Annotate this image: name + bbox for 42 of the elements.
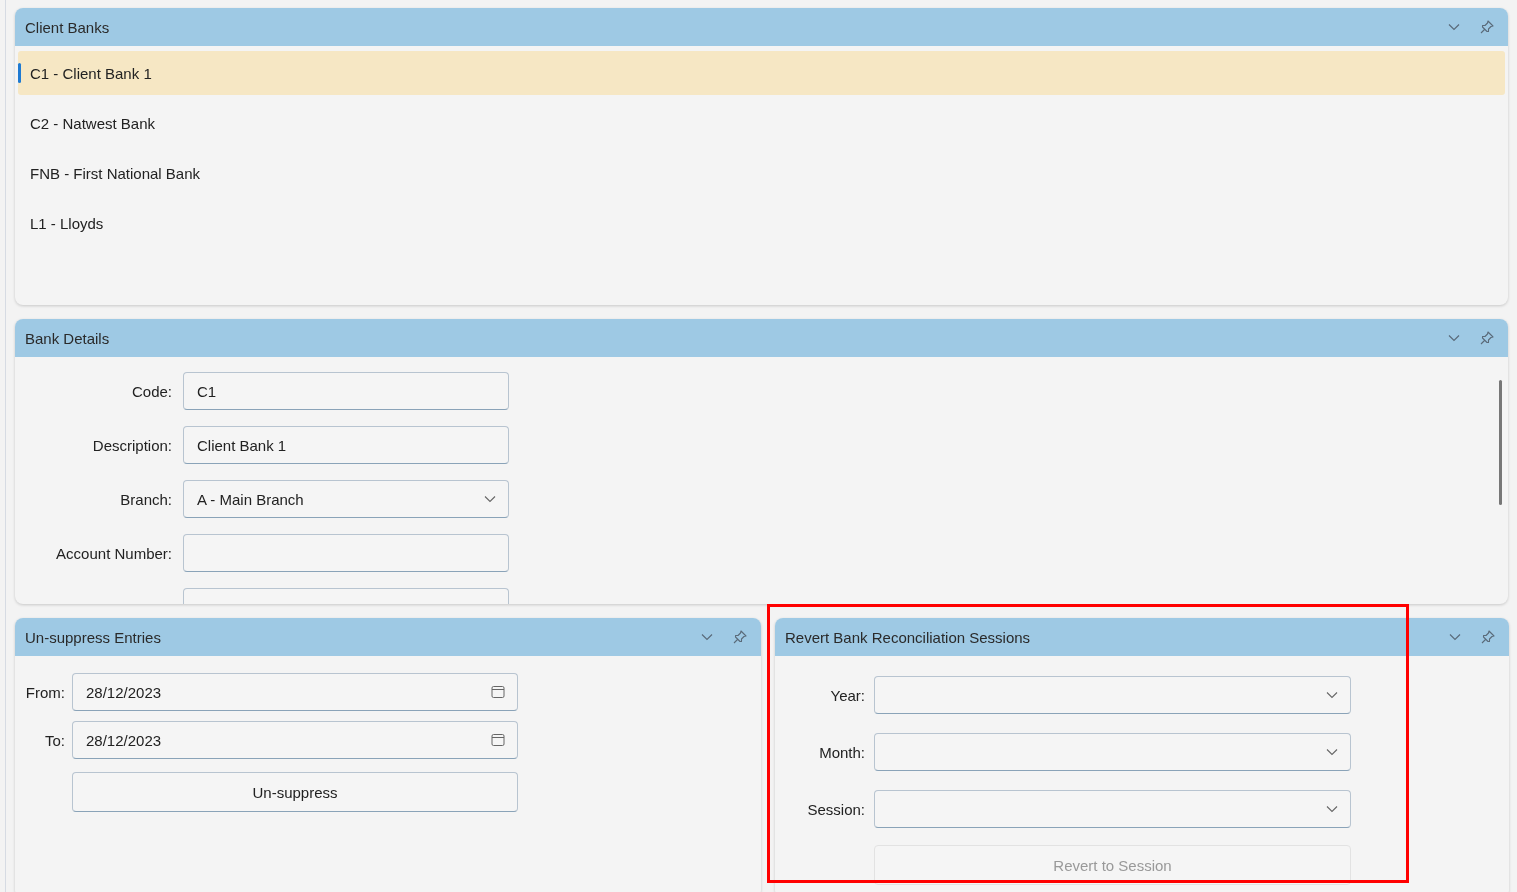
field-label: Description: [91,436,172,454]
caret-icon [1326,748,1338,756]
dropdown[interactable] [874,733,1351,771]
field-label: Code: [130,382,172,400]
caret-icon [1326,691,1338,699]
input-field[interactable]: Client Bank 1 [183,426,509,464]
panel-title: Bank Details [25,329,111,347]
caret-icon [484,495,496,503]
chevron-down-icon[interactable] [701,633,713,641]
bank-list-item[interactable]: C2 - Natwest Bank [18,101,1505,145]
chevron-down-icon[interactable] [1448,334,1460,342]
panel-title: Un-suppress Entries [25,628,162,646]
dropdown[interactable] [874,676,1351,714]
field-label: Month: [818,743,865,761]
field-label: Session: [806,800,865,818]
date-field[interactable]: 28/12/2023 [72,673,518,711]
field-label: Branch: [119,490,172,508]
bank-list-item[interactable]: FNB - First National Bank [18,151,1505,195]
field-label: Year: [829,686,865,704]
pin-icon[interactable] [1481,630,1495,644]
field-label: From: [24,683,65,701]
bank-list-item[interactable]: L1 - Lloyds [18,201,1505,245]
scrollbar-thumb[interactable] [1499,380,1502,505]
field-label: Account Number: [55,544,172,562]
panel-title: Revert Bank Reconciliation Sessions [785,628,1032,646]
pin-icon[interactable] [733,630,747,644]
input-field[interactable]: C1 [183,372,509,410]
pin-icon[interactable] [1480,331,1494,345]
chevron-down-icon[interactable] [1448,23,1460,31]
bank-list-item[interactable]: C1 - Client Bank 1 [18,51,1505,95]
pin-icon[interactable] [1480,20,1494,34]
date-field[interactable]: 28/12/2023 [72,721,518,759]
input-field[interactable] [183,534,509,572]
caret-icon [1326,805,1338,813]
dropdown[interactable] [874,790,1351,828]
unsuppress-button[interactable]: Un-suppress [72,772,518,812]
calendar-icon[interactable] [491,733,505,747]
branch-dropdown[interactable]: A - Main Branch [183,480,509,518]
calendar-icon[interactable] [491,685,505,699]
panel-title: Client Banks [25,18,111,36]
chevron-down-icon[interactable] [1449,633,1461,641]
field-label: To: [44,731,65,749]
